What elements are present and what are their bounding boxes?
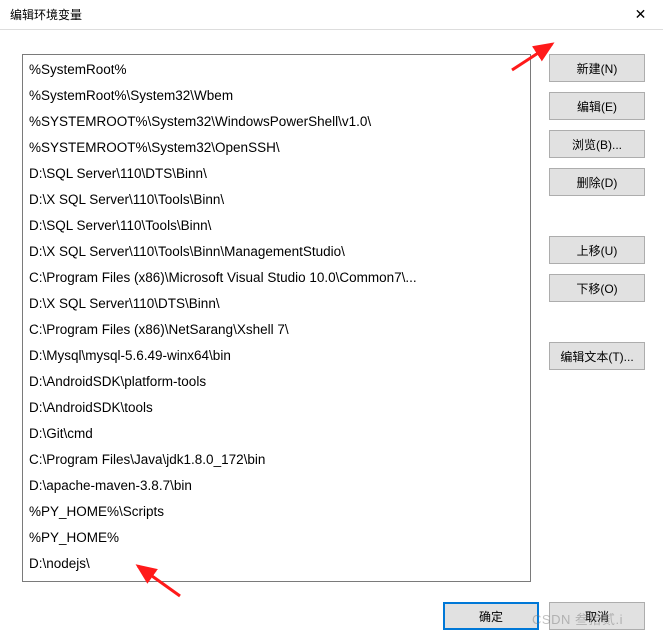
list-item[interactable]: D:\nodejs\ <box>23 551 530 577</box>
list-item[interactable]: D:\X SQL Server\110\Tools\Binn\Managemen… <box>23 239 530 265</box>
titlebar: 编辑环境变量 ✕ <box>0 0 663 30</box>
list-item[interactable]: %PY_HOME% <box>23 525 530 551</box>
ok-button[interactable]: 确定 <box>443 602 539 630</box>
button-gap <box>549 312 645 332</box>
button-gap <box>549 206 645 226</box>
path-listbox[interactable]: %SystemRoot%%SystemRoot%\System32\Wbem%S… <box>22 54 531 582</box>
list-item[interactable]: C:\Program Files\Java\jdk1.8.0_172\bin <box>23 447 530 473</box>
list-item[interactable]: C:\Program Files (x86)\Microsoft Visual … <box>23 265 530 291</box>
list-item[interactable]: D:\Mysql\mysql-5.6.49-winx64\bin <box>23 343 530 369</box>
list-item[interactable]: D:\apache-maven-3.8.7\bin <box>23 473 530 499</box>
cancel-button[interactable]: 取消 <box>549 602 645 630</box>
close-button[interactable]: ✕ <box>618 0 663 30</box>
list-item[interactable]: D:\Git\cmd <box>23 421 530 447</box>
path-list-scroll[interactable]: %SystemRoot%%SystemRoot%\System32\Wbem%S… <box>23 55 530 581</box>
edit-button[interactable]: 编辑(E) <box>549 92 645 120</box>
browse-button[interactable]: 浏览(B)... <box>549 130 645 158</box>
list-item[interactable]: C:\Program Files (x86)\NetSarang\Xshell … <box>23 317 530 343</box>
list-item[interactable]: D:\SQL Server\110\Tools\Binn\ <box>23 213 530 239</box>
list-item[interactable]: %SystemRoot%\System32\Wbem <box>23 83 530 109</box>
dialog-bottom-buttons: 确定 取消 <box>443 602 645 630</box>
list-item[interactable]: %NODE_PATH% <box>23 577 530 581</box>
list-item[interactable]: %SystemRoot% <box>23 57 530 83</box>
delete-button[interactable]: 删除(D) <box>549 168 645 196</box>
side-button-column: 新建(N) 编辑(E) 浏览(B)... 删除(D) 上移(U) 下移(O) 编… <box>549 54 645 582</box>
close-icon: ✕ <box>635 6 647 23</box>
list-item[interactable]: D:\SQL Server\110\DTS\Binn\ <box>23 161 530 187</box>
list-item[interactable]: %SYSTEMROOT%\System32\OpenSSH\ <box>23 135 530 161</box>
new-button[interactable]: 新建(N) <box>549 54 645 82</box>
dialog-content: %SystemRoot%%SystemRoot%\System32\Wbem%S… <box>0 30 663 582</box>
list-item[interactable]: D:\X SQL Server\110\DTS\Binn\ <box>23 291 530 317</box>
window-title: 编辑环境变量 <box>10 6 82 23</box>
movedown-button[interactable]: 下移(O) <box>549 274 645 302</box>
list-item[interactable]: D:\AndroidSDK\tools <box>23 395 530 421</box>
list-item[interactable]: D:\AndroidSDK\platform-tools <box>23 369 530 395</box>
moveup-button[interactable]: 上移(U) <box>549 236 645 264</box>
list-item[interactable]: %PY_HOME%\Scripts <box>23 499 530 525</box>
list-item[interactable]: %SYSTEMROOT%\System32\WindowsPowerShell\… <box>23 109 530 135</box>
edittext-button[interactable]: 编辑文本(T)... <box>549 342 645 370</box>
list-item[interactable]: D:\X SQL Server\110\Tools\Binn\ <box>23 187 530 213</box>
